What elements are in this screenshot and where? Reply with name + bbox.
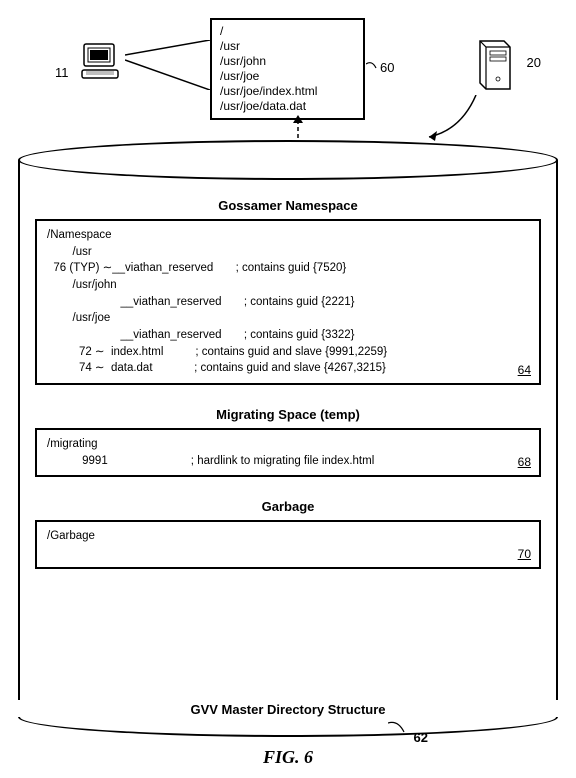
namespace-title: Gossamer Namespace	[35, 198, 541, 213]
garbage-title: Garbage	[35, 499, 541, 514]
server-tower-icon	[476, 35, 516, 96]
ns-line: __viathan_reserved ; contains guid {3322…	[47, 327, 529, 344]
path-line: /usr/john	[220, 54, 353, 69]
cylinder-container: Gossamer Namespace /Namespace /usr 76 (T…	[18, 160, 558, 717]
mig-line: /migrating	[47, 436, 529, 453]
mig-line: 9991 ; hardlink to migrating file index.…	[47, 453, 529, 470]
cylinder-top-ellipse	[18, 140, 558, 180]
path-line: /usr	[220, 39, 353, 54]
ref-label-62: 62	[414, 730, 428, 745]
path-listing-box: / /usr /usr/john /usr/joe /usr/joe/index…	[210, 18, 365, 120]
ns-line: __viathan_reserved ; contains guid {2221…	[47, 294, 529, 311]
migrating-box: /migrating 9991 ; hardlink to migrating …	[35, 428, 541, 477]
ref-label-64: 64	[518, 362, 531, 379]
ref-label-68: 68	[518, 454, 531, 471]
path-line: /usr/joe/data.dat	[220, 99, 353, 114]
gar-line: /Garbage	[47, 528, 529, 545]
ns-line: /Namespace	[47, 227, 529, 244]
ref-label-11: 11	[55, 65, 69, 80]
curved-arrow-icon	[421, 95, 481, 145]
leader-hook-icon	[388, 720, 408, 735]
ns-line: 72 ∼ index.html ; contains guid and slav…	[47, 344, 529, 361]
computer-icon	[80, 40, 124, 87]
cylinder-body: Gossamer Namespace /Namespace /usr 76 (T…	[18, 160, 558, 700]
path-line: /usr/joe	[220, 69, 353, 84]
connector-lines-icon	[125, 40, 210, 90]
ns-line: 76 (TYP) ∼__viathan_reserved ; contains …	[47, 260, 529, 277]
cylinder-caption-text: GVV Master Directory Structure	[190, 702, 385, 717]
ns-line: /usr	[47, 244, 529, 261]
ref-label-20: 20	[527, 55, 541, 70]
migrating-title: Migrating Space (temp)	[35, 407, 541, 422]
leader-hook-icon	[366, 60, 380, 74]
namespace-box: /Namespace /usr 76 (TYP) ∼__viathan_rese…	[35, 219, 541, 385]
path-line: /usr/joe/index.html	[220, 84, 353, 99]
top-region: 11 / /usr /usr/john /usr/joe /usr/joe/in…	[10, 10, 566, 120]
ns-line: 74 ∼ data.dat ; contains guid and slave …	[47, 360, 529, 377]
garbage-box: /Garbage 70	[35, 520, 541, 569]
path-line: /	[220, 24, 353, 39]
figure-caption: FIG. 6	[10, 747, 566, 768]
ref-label-70: 70	[518, 546, 531, 563]
ref-label-60: 60	[380, 60, 394, 75]
ns-line: /usr/joe	[47, 310, 529, 327]
cylinder-caption: GVV Master Directory Structure 62	[18, 702, 558, 717]
ns-line: /usr/john	[47, 277, 529, 294]
